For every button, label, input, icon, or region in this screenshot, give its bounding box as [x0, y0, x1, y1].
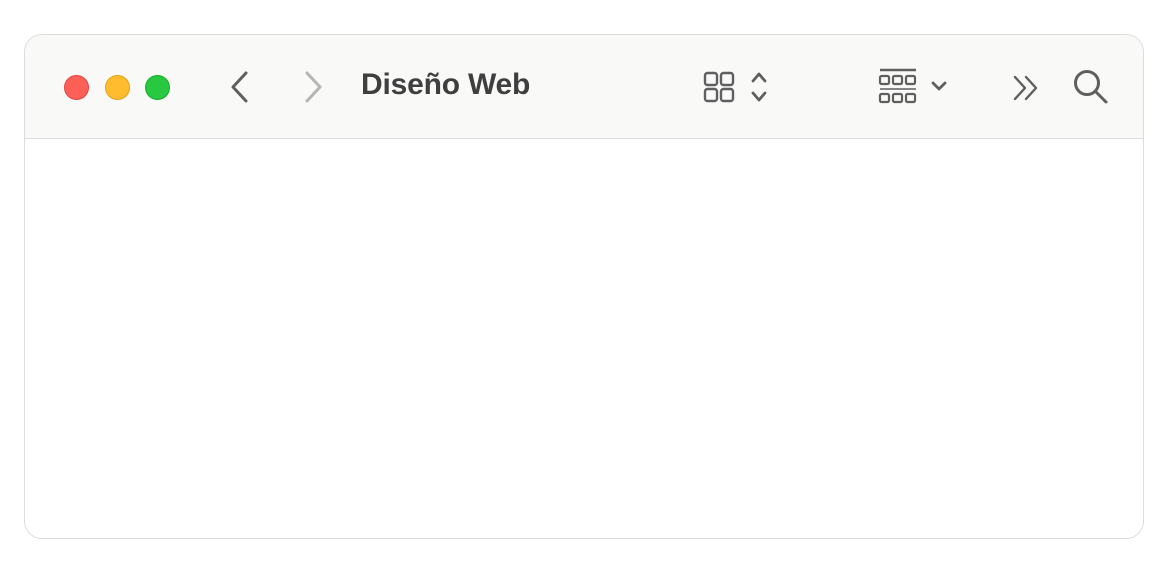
toolbar: Diseño Web	[25, 35, 1143, 139]
minimize-window-button[interactable]	[105, 75, 130, 100]
view-mode-button[interactable]	[701, 69, 781, 107]
toolbar-overflow-button[interactable]	[1011, 73, 1043, 103]
icon-grid-view-icon	[703, 71, 735, 103]
chevron-left-icon	[231, 71, 248, 103]
close-window-button[interactable]	[64, 75, 89, 100]
double-chevron-right-icon	[1013, 75, 1038, 101]
chevron-right-icon	[305, 71, 322, 103]
forward-button[interactable]	[301, 69, 327, 105]
back-button[interactable]	[226, 69, 252, 105]
group-by-button[interactable]	[877, 67, 957, 107]
group-by-icon	[878, 68, 917, 104]
zoom-window-button[interactable]	[145, 75, 170, 100]
up-down-chevron-icon	[751, 72, 767, 102]
content-area	[25, 139, 1143, 538]
finder-window: Diseño Web	[24, 34, 1144, 539]
magnifying-glass-icon	[1074, 70, 1108, 104]
chevron-down-icon	[931, 81, 947, 91]
search-button[interactable]	[1071, 67, 1111, 107]
window-title: Diseño Web	[361, 68, 531, 101]
